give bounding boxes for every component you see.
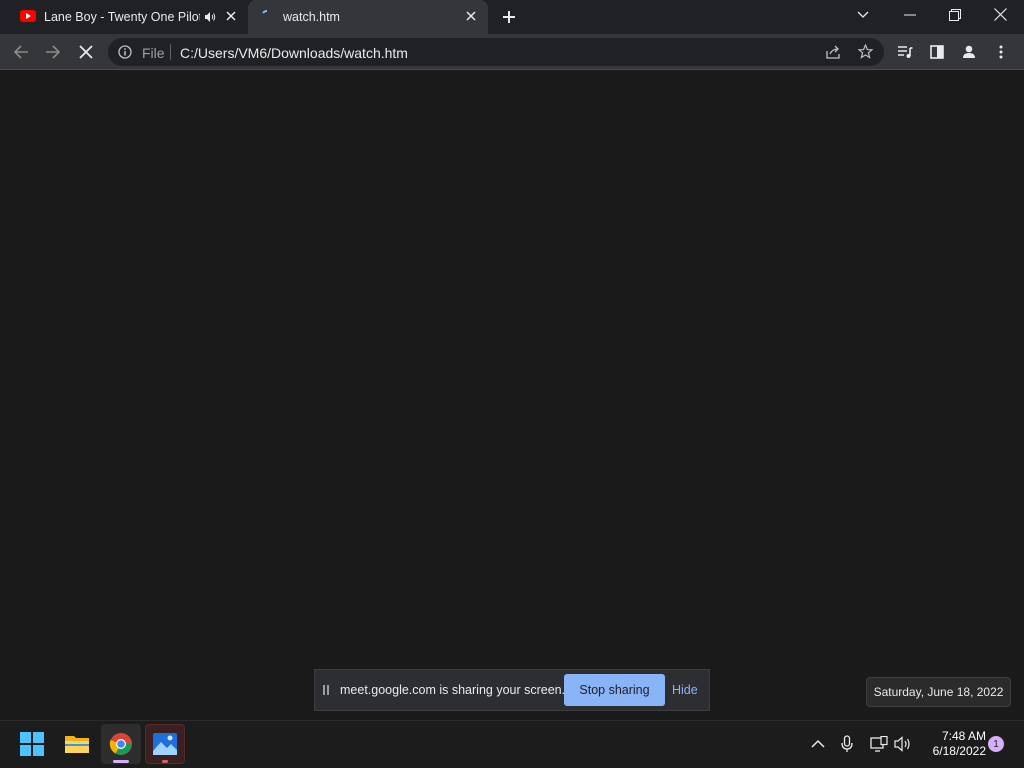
volume-icon[interactable]	[894, 736, 912, 752]
notification-badge[interactable]: 1	[988, 736, 1004, 752]
stop-loading-icon[interactable]	[79, 45, 93, 59]
media-control-icon[interactable]	[897, 45, 913, 59]
stop-sharing-button[interactable]: Stop sharing	[564, 674, 665, 706]
close-window-icon[interactable]	[994, 8, 1007, 21]
close-tab-icon[interactable]	[226, 11, 236, 21]
tab-title: watch.htm	[283, 10, 340, 24]
url-text[interactable]: C:/Users/VM6/Downloads/watch.htm	[180, 45, 408, 61]
clock[interactable]: 7:48 AM 6/18/2022	[920, 724, 986, 764]
tab-title: Lane Boy - Twenty One Pilots	[44, 10, 200, 24]
sharing-message: meet.google.com is sharing your screen.	[340, 683, 566, 697]
info-icon[interactable]	[118, 45, 132, 59]
bookmark-star-icon[interactable]	[858, 44, 873, 59]
youtube-icon	[20, 10, 36, 22]
side-panel-icon[interactable]	[930, 45, 944, 59]
security-label: File	[142, 45, 165, 61]
tab-watch[interactable]: watch.htm	[248, 0, 488, 34]
folder-icon	[64, 733, 90, 755]
clock-time: 7:48 AM	[941, 729, 986, 743]
new-tab-icon[interactable]	[502, 10, 516, 24]
clock-date: 6/18/2022	[932, 744, 986, 758]
active-indicator	[113, 760, 129, 763]
photos-icon	[153, 733, 177, 755]
tab-search-icon[interactable]	[857, 11, 869, 19]
chrome-icon	[109, 732, 133, 756]
hide-button[interactable]: Hide	[672, 683, 698, 697]
speaker-icon[interactable]	[204, 11, 216, 23]
forward-icon[interactable]	[45, 44, 61, 60]
minimize-icon[interactable]	[904, 14, 916, 16]
running-indicator	[162, 760, 168, 763]
back-icon[interactable]	[13, 44, 29, 60]
microphone-icon[interactable]	[841, 735, 853, 753]
photos-taskbar-button[interactable]	[145, 724, 185, 764]
network-icon[interactable]	[870, 736, 888, 752]
loading-spinner-icon	[260, 9, 274, 23]
restore-icon[interactable]	[949, 9, 961, 21]
profile-icon[interactable]	[961, 44, 977, 60]
tab-lane-boy[interactable]: Lane Boy - Twenty One Pilots	[8, 0, 248, 34]
file-explorer-button[interactable]	[57, 724, 97, 764]
divider	[170, 44, 171, 60]
drag-handle-icon[interactable]	[323, 684, 329, 696]
close-tab-icon[interactable]	[466, 11, 476, 21]
share-icon[interactable]	[826, 45, 842, 59]
page-content	[0, 71, 1024, 720]
windows-icon	[20, 732, 44, 756]
start-button[interactable]	[12, 724, 52, 764]
menu-kebab-icon[interactable]	[999, 45, 1003, 59]
date-tooltip: Saturday, June 18, 2022	[866, 677, 1011, 707]
chevron-up-icon[interactable]	[811, 739, 825, 748]
chrome-taskbar-button[interactable]	[101, 724, 141, 764]
